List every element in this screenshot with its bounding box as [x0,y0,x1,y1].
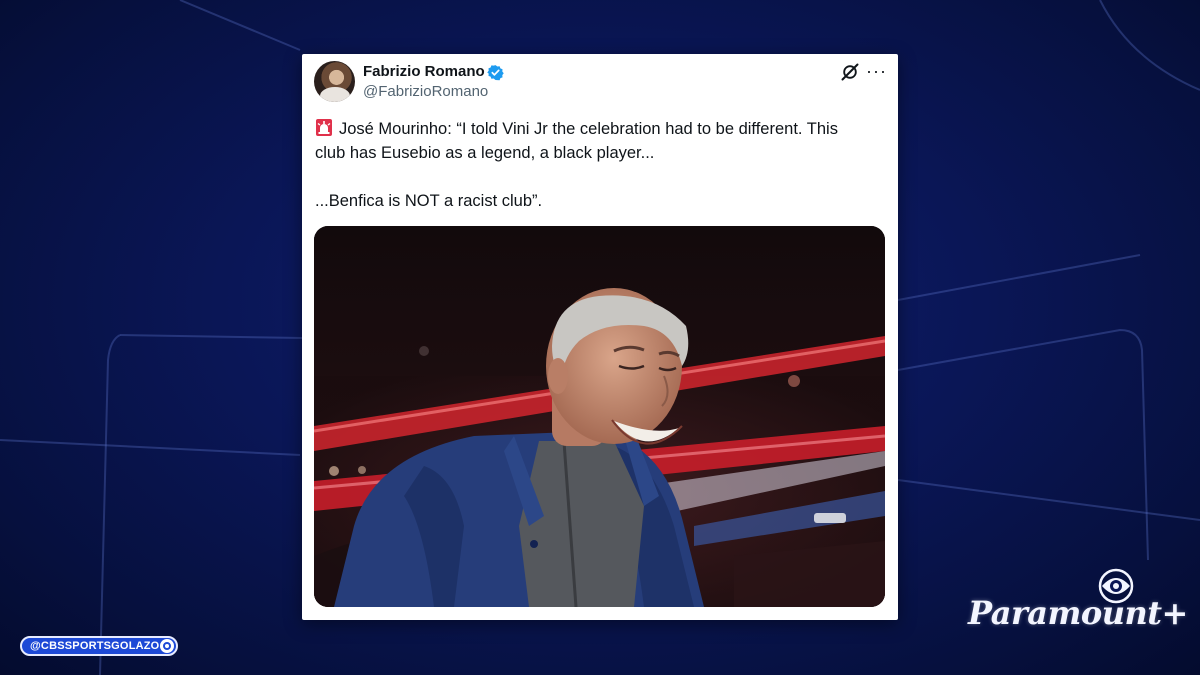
tweet-line-gap [315,165,885,189]
author-handle[interactable]: @FabrizioRomano [363,83,488,100]
tweet-text: José Mourinho: “I told Vini Jr the celeb… [315,117,885,213]
social-handle-badge: @CBSSPORTSGOLAZO [20,636,178,656]
tweet-line-1: José Mourinho: “I told Vini Jr the celeb… [315,117,885,141]
tweet-text-line-3: ...Benfica is NOT a racist club”. [315,192,543,210]
verified-badge-icon [487,65,504,81]
avatar[interactable] [314,61,355,102]
grok-icon[interactable] [840,62,860,82]
more-options-icon[interactable]: ··· [866,61,887,82]
author-name[interactable]: Fabrizio Romano [363,63,485,80]
social-handle-text: @CBSSPORTSGOLAZO [30,640,160,652]
police-siren-icon [316,119,332,136]
paramount-plus-logo: Paramount+ [968,594,1188,632]
tweet-card: Fabrizio Romano @FabrizioRomano ··· José… [302,54,898,620]
tweet-text-line-2: club has Eusebio as a legend, a black pl… [315,144,655,162]
tweet-photo[interactable] [314,226,885,607]
cbs-eye-small-icon [160,639,174,653]
stadium-photo [314,226,885,607]
tweet-text-line-1: José Mourinho: “I told Vini Jr the celeb… [339,120,838,138]
